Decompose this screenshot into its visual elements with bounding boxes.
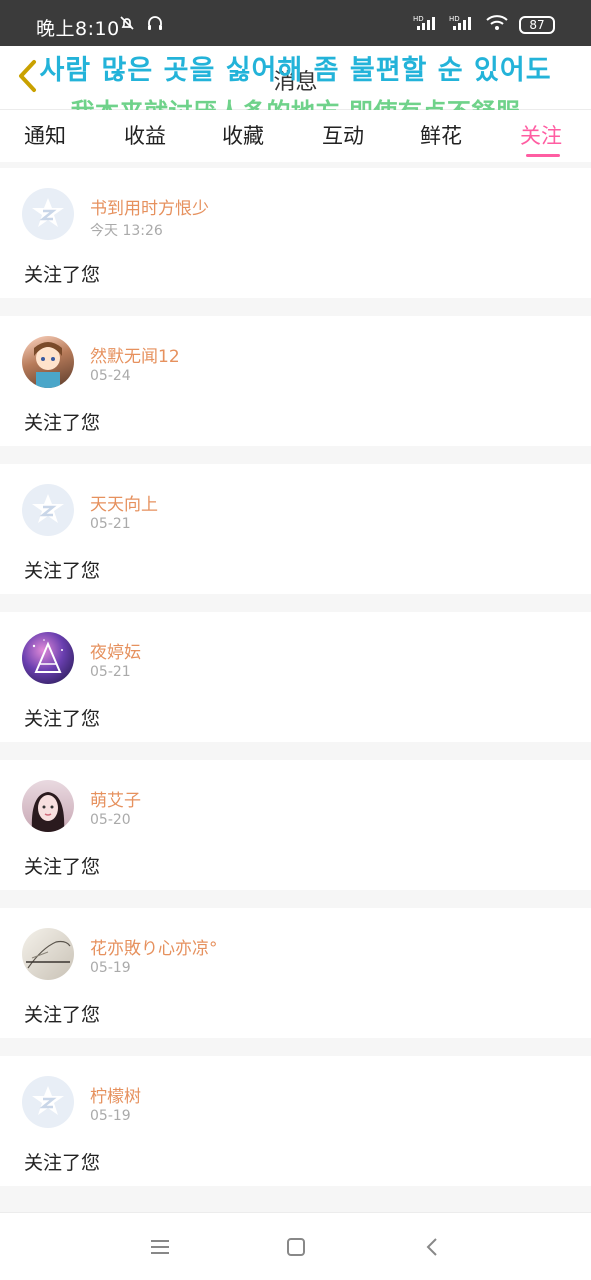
follow-list: 书到用时方恨少 今天 13:26 关注了您 然默无闻12 05-24 关注了您 … — [0, 168, 591, 1204]
user-name[interactable]: 天天向上 — [90, 490, 158, 515]
headset-icon — [146, 14, 164, 36]
status-right-icons: HD HD 87 — [413, 14, 555, 36]
timestamp: 05-21 — [90, 516, 131, 532]
page-header: 消息 — [0, 46, 591, 110]
message-text: 关注了您 — [24, 1152, 101, 1174]
avatar[interactable] — [22, 484, 74, 536]
tab-favorites[interactable]: 收藏 — [222, 120, 264, 150]
avatar[interactable] — [22, 1076, 74, 1128]
user-name[interactable]: 夜婷妘 — [90, 638, 141, 663]
message-text: 关注了您 — [24, 264, 101, 286]
list-item[interactable]: 书到用时方恨少 今天 13:26 关注了您 — [0, 168, 591, 298]
list-item[interactable]: 柠檬树 05-19 关注了您 — [0, 1056, 591, 1186]
timestamp: 05-20 — [90, 812, 131, 828]
wifi-icon — [485, 14, 509, 36]
status-bar: 晚上8:10 HD HD 87 — [0, 0, 591, 46]
user-name[interactable]: 书到用时方恨少 — [90, 194, 209, 219]
list-item[interactable]: 天天向上 05-21 关注了您 — [0, 464, 591, 594]
sketch-avatar-icon — [26, 940, 71, 969]
home-square-icon — [286, 1237, 305, 1256]
user-name[interactable]: 花亦敗り心亦凉° — [90, 934, 218, 959]
home-button[interactable] — [276, 1227, 316, 1267]
timestamp: 05-19 — [90, 960, 131, 976]
message-text: 关注了您 — [24, 560, 101, 582]
tab-flowers[interactable]: 鲜花 — [420, 120, 462, 150]
status-time: 晚上8:10 — [36, 18, 120, 40]
tab-bar: 通知 收益 收藏 互动 鲜花 关注 — [0, 110, 591, 162]
user-name[interactable]: 萌艾子 — [90, 786, 141, 811]
timestamp: 05-24 — [90, 368, 131, 384]
do-not-disturb-icon — [118, 14, 136, 36]
hd-signal-icon: HD — [449, 14, 475, 36]
tab-follows[interactable]: 关注 — [520, 120, 562, 150]
hd-signal-icon: HD — [413, 14, 439, 36]
tab-notifications[interactable]: 通知 — [24, 120, 66, 150]
anime-girl-avatar-icon — [34, 342, 62, 388]
timestamp: 05-21 — [90, 664, 131, 680]
list-item[interactable]: 花亦敗り心亦凉° 05-19 关注了您 — [0, 908, 591, 1038]
system-navigation-bar — [0, 1212, 591, 1280]
active-tab-indicator — [526, 154, 560, 157]
battery-icon: 87 — [519, 16, 555, 34]
list-item[interactable]: 夜婷妘 05-21 关注了您 — [0, 612, 591, 742]
qq-default-avatar-icon — [32, 198, 64, 227]
timestamp: 今天 13:26 — [90, 223, 163, 239]
message-text: 关注了您 — [24, 412, 101, 434]
avatar[interactable] — [22, 188, 74, 240]
svg-text:HD: HD — [449, 15, 460, 23]
back-arrow-icon — [426, 1237, 437, 1256]
user-name[interactable]: 柠檬树 — [90, 1082, 141, 1107]
message-text: 关注了您 — [24, 1004, 101, 1026]
avatar[interactable] — [22, 632, 74, 684]
status-left-icons — [118, 14, 164, 36]
tab-interactions[interactable]: 互动 — [322, 120, 364, 150]
avatar[interactable] — [22, 780, 74, 832]
menu-button[interactable] — [140, 1227, 180, 1267]
menu-icon — [150, 1239, 169, 1254]
qq-default-avatar-icon — [32, 1086, 64, 1115]
timestamp: 05-19 — [90, 1108, 131, 1124]
back-nav-button[interactable] — [412, 1227, 452, 1267]
avatar[interactable] — [22, 928, 74, 980]
user-name[interactable]: 然默无闻12 — [90, 342, 180, 367]
tab-earnings[interactable]: 收益 — [124, 120, 166, 150]
avatar[interactable] — [22, 336, 74, 388]
list-item[interactable]: 然默无闻12 05-24 关注了您 — [0, 316, 591, 446]
list-item[interactable]: 萌艾子 05-20 关注了您 — [0, 760, 591, 890]
page-title: 消息 — [273, 70, 318, 95]
qq-default-avatar-icon — [32, 494, 64, 523]
galaxy-avatar-icon — [32, 639, 63, 673]
portrait-avatar-icon — [31, 792, 65, 832]
battery-level: 87 — [529, 18, 545, 32]
message-text: 关注了您 — [24, 856, 101, 878]
svg-text:HD: HD — [413, 15, 424, 23]
message-text: 关注了您 — [24, 708, 101, 730]
